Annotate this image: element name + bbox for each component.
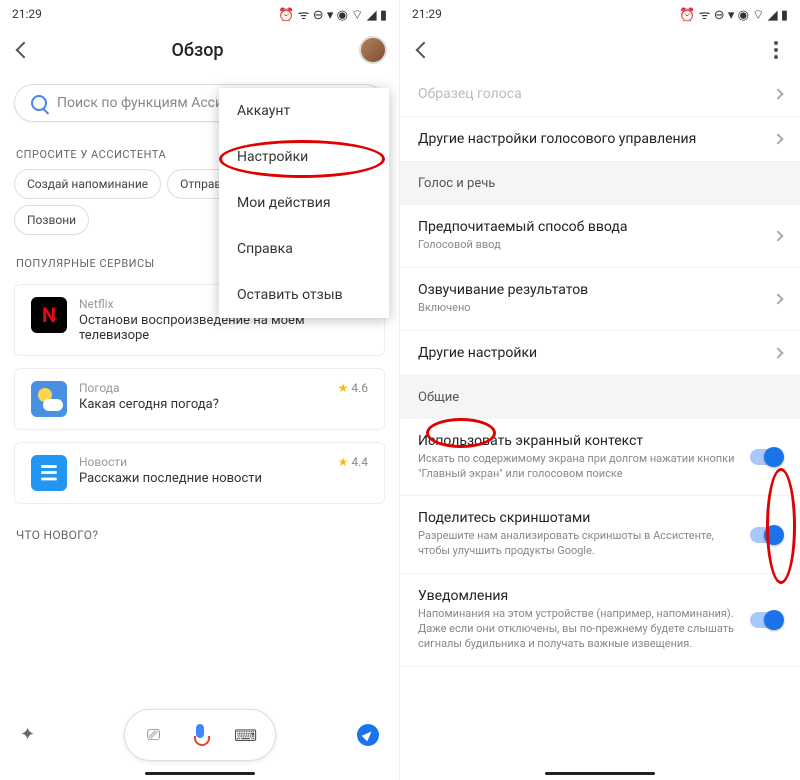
mic-button[interactable] [177, 716, 223, 754]
row-title: Использовать экранный контекст [418, 433, 738, 449]
row-sub: Искать по содержимому экрана при долгом … [418, 452, 738, 482]
appbar: Обзор [0, 28, 399, 72]
status-time: 21:29 [412, 7, 442, 21]
menu-account[interactable]: Аккаунт [219, 88, 389, 134]
star-icon: ★ [338, 381, 349, 395]
input-bar: ⎚ ⌨ [124, 709, 276, 761]
lens-button[interactable]: ⎚ [131, 716, 177, 754]
service-name: Погода [79, 381, 326, 395]
more-button[interactable] [764, 41, 788, 59]
toggle-switch[interactable] [750, 612, 782, 628]
menu-feedback[interactable]: Оставить отзыв [219, 272, 389, 318]
weather-icon [31, 381, 67, 417]
netflix-icon: N [31, 297, 67, 333]
bottom-bar: ⎚ ⌨ [0, 708, 399, 762]
chevron-right-icon [772, 133, 783, 144]
search-icon [31, 95, 47, 111]
row-sub: Напоминания на этом устройстве (например… [418, 607, 738, 652]
section-general: Общие [400, 376, 800, 419]
service-rating: ★4.6 [338, 381, 368, 395]
back-button[interactable] [12, 38, 36, 62]
page-title: Обзор [171, 40, 223, 61]
service-weather[interactable]: Погода Какая сегодня погода? ★4.6 [14, 368, 385, 430]
row-title: Другие настройки [418, 345, 762, 361]
navbar[interactable] [0, 766, 399, 780]
arrow-left-icon [418, 44, 430, 56]
news-icon: ☰ [31, 455, 67, 491]
row-other-settings[interactable]: Другие настройки [400, 331, 800, 376]
row-title: Уведомления [418, 588, 738, 604]
service-sub: Расскажи последние новости [79, 471, 326, 486]
row-sub: Включено [418, 301, 762, 316]
chip-reminder[interactable]: Создай напоминание [14, 169, 161, 199]
toggle-switch[interactable] [750, 449, 782, 465]
row-input-method[interactable]: Предпочитаемый способ ввода Голосовой вв… [400, 205, 800, 268]
row-sub: Голосовой ввод [418, 238, 762, 253]
screen-overview: 21:29 ⏰ ᯤ ⊖ ▾ ◉ ⌔ ◢ ▮ Обзор Поиск по фун… [0, 0, 400, 780]
keyboard-button[interactable]: ⌨ [223, 716, 269, 754]
chevron-right-icon [772, 88, 783, 99]
row-title: Озвучивание результатов [418, 282, 762, 298]
screen-settings: 21:29 ⏰ ᯤ ⊖ ▾ ◉ ⌔ ◢ ▮ Образец голоса Дру… [400, 0, 800, 780]
row-voice-sample[interactable]: Образец голоса [400, 72, 800, 117]
service-news[interactable]: ☰ Новости Расскажи последние новости ★4.… [14, 442, 385, 504]
status-icons: ⏰ ᯤ ⊖ ▾ ◉ ⌔ ◢ ▮ [278, 5, 387, 23]
statusbar: 21:29 ⏰ ᯤ ⊖ ▾ ◉ ⌔ ◢ ▮ [0, 0, 399, 28]
toggle-switch[interactable] [750, 527, 782, 543]
row-title: Предпочитаемый способ ввода [418, 219, 762, 235]
service-rating: ★4.4 [338, 455, 368, 469]
menu-activity[interactable]: Мои действия [219, 180, 389, 226]
row-speech-results[interactable]: Озвучивание результатов Включено [400, 268, 800, 331]
service-sub: Какая сегодня погода? [79, 397, 326, 412]
chevron-right-icon [772, 230, 783, 241]
arrow-left-icon [18, 44, 30, 56]
menu-settings[interactable]: Настройки [219, 134, 389, 180]
row-screen-context[interactable]: Использовать экранный контекст Искать по… [400, 419, 800, 497]
nav-handle-icon [145, 772, 255, 775]
status-icons: ⏰ ᯤ ⊖ ▾ ◉ ⌔ ◢ ▮ [679, 5, 788, 23]
nav-handle-icon [545, 772, 655, 775]
mic-icon [192, 724, 208, 746]
explore-button[interactable] [357, 724, 379, 746]
menu-help[interactable]: Справка [219, 226, 389, 272]
whats-new-label: ЧТО НОВОГО? [0, 510, 399, 546]
search-placeholder: Поиск по функциям Ассисте [57, 95, 244, 111]
appbar [400, 28, 800, 72]
statusbar: 21:29 ⏰ ᯤ ⊖ ▾ ◉ ⌔ ◢ ▮ [400, 0, 800, 28]
status-time: 21:29 [12, 7, 42, 21]
back-button[interactable] [412, 38, 436, 62]
row-notifications[interactable]: Уведомления Напоминания на этом устройст… [400, 574, 800, 667]
row-title: Другие настройки голосового управления [418, 131, 762, 147]
row-title: Поделитесь скриншотами [418, 510, 738, 526]
chevron-right-icon [772, 347, 783, 358]
avatar[interactable] [359, 36, 387, 64]
star-icon: ★ [338, 455, 349, 469]
sparkle-icon[interactable] [20, 724, 42, 746]
row-voice-other[interactable]: Другие настройки голосового управления [400, 117, 800, 162]
chip-call[interactable]: Позвони [14, 205, 89, 235]
account-menu: Аккаунт Настройки Мои действия Справка О… [219, 88, 389, 318]
row-share-screenshots[interactable]: Поделитесь скриншотами Разрешите нам ана… [400, 496, 800, 574]
chevron-right-icon [772, 293, 783, 304]
section-voice: Голос и речь [400, 162, 800, 205]
row-sub: Разрешите нам анализировать скриншоты в … [418, 529, 738, 559]
service-name: Новости [79, 455, 326, 469]
row-title: Образец голоса [418, 86, 762, 102]
navbar[interactable] [400, 766, 800, 780]
